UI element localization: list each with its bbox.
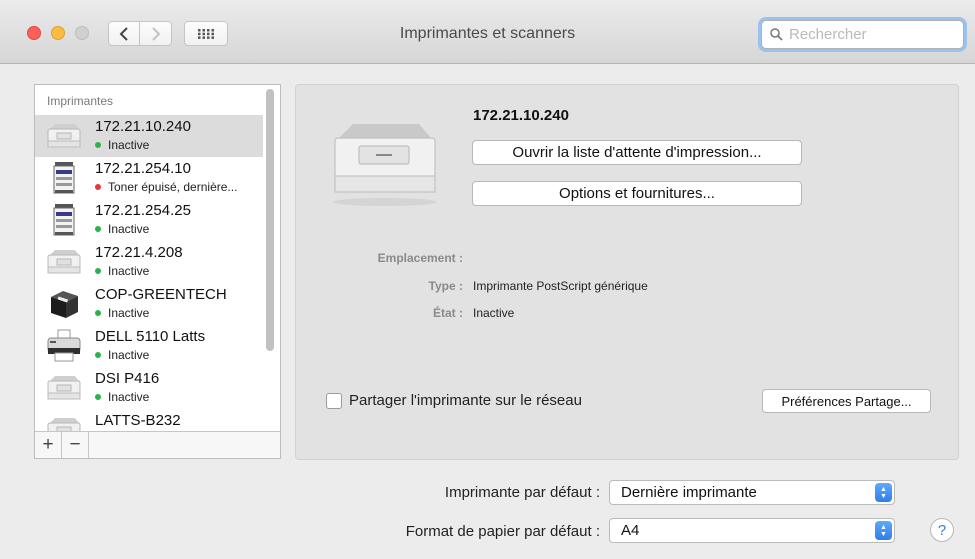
printer-list-item-status: Inactive bbox=[95, 138, 149, 152]
laser-printer-icon bbox=[333, 124, 437, 206]
default-printer-value: Dernière imprimante bbox=[621, 484, 757, 501]
type-value: Imprimante PostScript générique bbox=[473, 279, 648, 293]
printer-list-item-status: Inactive bbox=[95, 264, 149, 278]
printer-list-item[interactable]: COP-GREENTECH Inactive bbox=[35, 283, 263, 325]
printer-list-item-status: Inactive bbox=[95, 348, 149, 362]
share-printer-checkbox[interactable] bbox=[326, 393, 342, 409]
copier-icon bbox=[45, 161, 83, 195]
printer-list-item[interactable]: 172.21.4.208 Inactive bbox=[35, 241, 263, 283]
remove-printer-button[interactable]: − bbox=[62, 432, 89, 458]
printer-list-item[interactable]: 172.21.254.10 Toner épuisé, dernière... bbox=[35, 157, 263, 199]
printer-list-scrollbar[interactable] bbox=[266, 89, 274, 351]
copier-icon bbox=[45, 203, 83, 237]
printer-list-item-status: Inactive bbox=[95, 306, 149, 320]
state-label: État : bbox=[433, 306, 463, 320]
default-printer-label: Imprimante par défaut : bbox=[444, 484, 600, 501]
printer-list: Imprimantes 172.21.10.240 Inactive 172.21.… bbox=[34, 84, 281, 459]
printer-list-item[interactable]: DSI P416 Inactive bbox=[35, 367, 263, 409]
printer-list-item-name: LATTS-B232 bbox=[95, 412, 181, 429]
printer-list-item-status-text: Inactive bbox=[108, 390, 150, 404]
laser-printer-icon bbox=[45, 245, 83, 279]
printer-list-item[interactable]: DELL 5110 Latts Inactive bbox=[35, 325, 263, 367]
printer-list-item-status-text: Inactive bbox=[108, 222, 150, 236]
add-printer-button[interactable]: + bbox=[35, 432, 62, 458]
printer-list-item-name: COP-GREENTECH bbox=[95, 286, 227, 303]
printer-list-item-status-text: Inactive bbox=[108, 138, 150, 152]
printer-list-item[interactable]: 172.21.254.25 Inactive bbox=[35, 199, 263, 241]
printer-list-item-status: Toner épuisé, dernière... bbox=[95, 180, 237, 194]
printer-list-item-name: 172.21.254.25 bbox=[95, 202, 191, 219]
printer-list-item-status: Inactive bbox=[95, 222, 149, 236]
laser-printer-icon bbox=[45, 371, 83, 405]
sharing-preferences-button[interactable]: Préférences Partage... bbox=[762, 389, 931, 413]
printer-name: 172.21.10.240 bbox=[473, 107, 569, 124]
open-print-queue-button[interactable]: Ouvrir la liste d'attente d'impression..… bbox=[472, 140, 802, 165]
status-dot-icon bbox=[95, 268, 101, 274]
printer-list-item-name: DELL 5110 Latts bbox=[95, 328, 206, 345]
options-supplies-button[interactable]: Options et fournitures... bbox=[472, 181, 802, 206]
popup-arrows-icon: ▲ ▼ bbox=[875, 521, 892, 540]
default-paper-label: Format de papier par défaut : bbox=[405, 523, 600, 540]
search-field[interactable] bbox=[761, 20, 964, 49]
status-dot-icon bbox=[95, 142, 101, 148]
status-dot-icon bbox=[95, 310, 101, 316]
location-label: Emplacement : bbox=[377, 251, 463, 265]
printer-list-item[interactable]: 172.21.10.240 Inactive bbox=[35, 115, 263, 157]
printer-list-item-status-text: Inactive bbox=[108, 264, 150, 278]
status-dot-icon bbox=[95, 352, 101, 358]
printer-list-header: Imprimantes bbox=[47, 94, 114, 108]
default-paper-value: A4 bbox=[621, 522, 640, 539]
type-label: Type : bbox=[428, 279, 463, 293]
printer-detail-pane: 172.21.10.240 Ouvrir la liste d'attente … bbox=[295, 84, 959, 460]
printers-scanners-window: Imprimantes et scanners Imprimantes 172.… bbox=[0, 0, 975, 559]
printer-list-item-name: 172.21.4.208 bbox=[95, 244, 183, 261]
printer-list-items: 172.21.10.240 Inactive 172.21.254.10 Toner … bbox=[35, 115, 263, 451]
status-dot-icon bbox=[95, 226, 101, 232]
printer-list-item-status: Inactive bbox=[95, 390, 149, 404]
inkjet-printer-icon bbox=[45, 329, 83, 363]
printer-list-item-name: 172.21.254.10 bbox=[95, 160, 191, 177]
state-value: Inactive bbox=[473, 306, 515, 320]
printer-list-item-status-text: Toner épuisé, dernière... bbox=[108, 180, 238, 194]
share-printer-label[interactable]: Partager l'imprimante sur le réseau bbox=[349, 392, 582, 409]
printer-list-item-name: DSI P416 bbox=[95, 370, 160, 387]
printer-list-item-name: 172.21.10.240 bbox=[95, 118, 191, 135]
toolbar: Imprimantes et scanners bbox=[0, 0, 975, 64]
search-input[interactable] bbox=[789, 26, 949, 43]
search-icon bbox=[770, 28, 783, 41]
black-printer-icon bbox=[45, 287, 83, 321]
default-printer-popup[interactable]: Dernière imprimante ▲ ▼ bbox=[609, 480, 895, 505]
status-dot-icon bbox=[95, 394, 101, 400]
help-button[interactable]: ? bbox=[930, 518, 954, 542]
printer-list-item-status-text: Inactive bbox=[108, 348, 150, 362]
printer-list-footer: + − bbox=[35, 431, 280, 458]
printer-list-item-status-text: Inactive bbox=[108, 306, 150, 320]
popup-arrows-icon: ▲ ▼ bbox=[875, 483, 892, 502]
default-paper-popup[interactable]: A4 ▲ ▼ bbox=[609, 518, 895, 543]
laser-printer-icon bbox=[45, 119, 83, 153]
status-dot-icon bbox=[95, 184, 101, 190]
